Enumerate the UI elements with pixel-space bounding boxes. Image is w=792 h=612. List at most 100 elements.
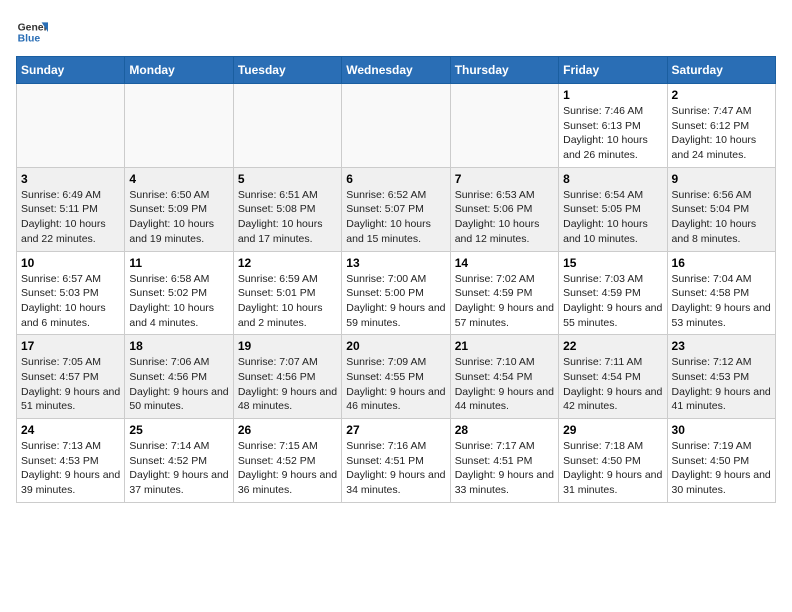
calendar-cell: 13 Sunrise: 7:00 AMSunset: 5:00 PMDayligh… bbox=[342, 251, 450, 335]
day-number: 7 bbox=[455, 172, 554, 186]
weekday-header-sunday: Sunday bbox=[17, 57, 125, 84]
day-info: Sunrise: 7:03 AMSunset: 4:59 PMDaylight:… bbox=[563, 272, 662, 331]
day-info: Sunrise: 6:53 AMSunset: 5:06 PMDaylight:… bbox=[455, 188, 554, 247]
weekday-header-row: SundayMondayTuesdayWednesdayThursdayFrid… bbox=[17, 57, 776, 84]
day-info: Sunrise: 7:16 AMSunset: 4:51 PMDaylight:… bbox=[346, 439, 445, 498]
calendar-cell: 8 Sunrise: 6:54 AMSunset: 5:05 PMDaylight… bbox=[559, 167, 667, 251]
calendar-cell: 27 Sunrise: 7:16 AMSunset: 4:51 PMDayligh… bbox=[342, 419, 450, 503]
calendar-cell: 14 Sunrise: 7:02 AMSunset: 4:59 PMDayligh… bbox=[450, 251, 558, 335]
calendar-cell bbox=[17, 84, 125, 168]
page-header: General Blue bbox=[16, 16, 776, 48]
day-info: Sunrise: 6:54 AMSunset: 5:05 PMDaylight:… bbox=[563, 188, 662, 247]
day-info: Sunrise: 7:13 AMSunset: 4:53 PMDaylight:… bbox=[21, 439, 120, 498]
day-info: Sunrise: 7:17 AMSunset: 4:51 PMDaylight:… bbox=[455, 439, 554, 498]
weekday-header-saturday: Saturday bbox=[667, 57, 775, 84]
day-number: 9 bbox=[672, 172, 771, 186]
day-info: Sunrise: 6:52 AMSunset: 5:07 PMDaylight:… bbox=[346, 188, 445, 247]
day-info: Sunrise: 7:02 AMSunset: 4:59 PMDaylight:… bbox=[455, 272, 554, 331]
logo: General Blue bbox=[16, 16, 48, 48]
calendar-cell: 4Sunrise: 6:50 AMSunset: 5:09 PMDaylight… bbox=[125, 167, 233, 251]
day-number: 20 bbox=[346, 339, 445, 353]
calendar-cell: 9 Sunrise: 6:56 AMSunset: 5:04 PMDaylight… bbox=[667, 167, 775, 251]
calendar-week-row: 1Sunrise: 7:46 AMSunset: 6:13 PMDaylight… bbox=[17, 84, 776, 168]
calendar-cell: 15 Sunrise: 7:03 AMSunset: 4:59 PMDayligh… bbox=[559, 251, 667, 335]
day-info: Sunrise: 7:12 AMSunset: 4:53 PMDaylight:… bbox=[672, 355, 771, 414]
calendar-cell: 26 Sunrise: 7:15 AMSunset: 4:52 PMDayligh… bbox=[233, 419, 341, 503]
calendar-cell: 3Sunrise: 6:49 AMSunset: 5:11 PMDaylight… bbox=[17, 167, 125, 251]
day-number: 12 bbox=[238, 256, 337, 270]
weekday-header-tuesday: Tuesday bbox=[233, 57, 341, 84]
weekday-header-friday: Friday bbox=[559, 57, 667, 84]
calendar-cell: 1Sunrise: 7:46 AMSunset: 6:13 PMDaylight… bbox=[559, 84, 667, 168]
calendar-cell: 21 Sunrise: 7:10 AMSunset: 4:54 PMDayligh… bbox=[450, 335, 558, 419]
day-number: 5 bbox=[238, 172, 337, 186]
day-info: Sunrise: 7:09 AMSunset: 4:55 PMDaylight:… bbox=[346, 355, 445, 414]
day-info: Sunrise: 6:57 AMSunset: 5:03 PMDaylight:… bbox=[21, 272, 120, 331]
calendar-cell: 19 Sunrise: 7:07 AMSunset: 4:56 PMDayligh… bbox=[233, 335, 341, 419]
day-number: 18 bbox=[129, 339, 228, 353]
calendar-cell: 18 Sunrise: 7:06 AMSunset: 4:56 PMDayligh… bbox=[125, 335, 233, 419]
day-info: Sunrise: 7:06 AMSunset: 4:56 PMDaylight:… bbox=[129, 355, 228, 414]
calendar-cell: 16Sunrise: 7:04 AMSunset: 4:58 PMDayligh… bbox=[667, 251, 775, 335]
day-info: Sunrise: 6:51 AMSunset: 5:08 PMDaylight:… bbox=[238, 188, 337, 247]
calendar-cell: 25 Sunrise: 7:14 AMSunset: 4:52 PMDayligh… bbox=[125, 419, 233, 503]
day-info: Sunrise: 7:11 AMSunset: 4:54 PMDaylight:… bbox=[563, 355, 662, 414]
day-number: 14 bbox=[455, 256, 554, 270]
day-number: 23 bbox=[672, 339, 771, 353]
calendar-week-row: 24 Sunrise: 7:13 AMSunset: 4:53 PMDayligh… bbox=[17, 419, 776, 503]
day-info: Sunrise: 7:15 AMSunset: 4:52 PMDaylight:… bbox=[238, 439, 337, 498]
day-number: 25 bbox=[129, 423, 228, 437]
calendar-week-row: 17Sunrise: 7:05 AMSunset: 4:57 PMDayligh… bbox=[17, 335, 776, 419]
day-number: 13 bbox=[346, 256, 445, 270]
calendar-cell: 12Sunrise: 6:59 AMSunset: 5:01 PMDayligh… bbox=[233, 251, 341, 335]
calendar-week-row: 3Sunrise: 6:49 AMSunset: 5:11 PMDaylight… bbox=[17, 167, 776, 251]
svg-text:Blue: Blue bbox=[18, 34, 41, 45]
calendar-cell: 23 Sunrise: 7:12 AMSunset: 4:53 PMDayligh… bbox=[667, 335, 775, 419]
day-number: 1 bbox=[563, 88, 662, 102]
day-number: 28 bbox=[455, 423, 554, 437]
calendar-cell: 29 Sunrise: 7:18 AMSunset: 4:50 PMDayligh… bbox=[559, 419, 667, 503]
calendar-cell: 24 Sunrise: 7:13 AMSunset: 4:53 PMDayligh… bbox=[17, 419, 125, 503]
calendar-cell: 22 Sunrise: 7:11 AMSunset: 4:54 PMDayligh… bbox=[559, 335, 667, 419]
day-info: Sunrise: 7:04 AMSunset: 4:58 PMDaylight:… bbox=[672, 272, 771, 331]
day-number: 8 bbox=[563, 172, 662, 186]
day-info: Sunrise: 7:18 AMSunset: 4:50 PMDaylight:… bbox=[563, 439, 662, 498]
day-number: 24 bbox=[21, 423, 120, 437]
day-info: Sunrise: 6:50 AMSunset: 5:09 PMDaylight:… bbox=[129, 188, 228, 247]
day-info: Sunrise: 6:58 AMSunset: 5:02 PMDaylight:… bbox=[129, 272, 228, 331]
calendar-cell: 20 Sunrise: 7:09 AMSunset: 4:55 PMDayligh… bbox=[342, 335, 450, 419]
calendar-cell: 7 Sunrise: 6:53 AMSunset: 5:06 PMDaylight… bbox=[450, 167, 558, 251]
calendar-cell: 28 Sunrise: 7:17 AMSunset: 4:51 PMDayligh… bbox=[450, 419, 558, 503]
day-info: Sunrise: 6:49 AMSunset: 5:11 PMDaylight:… bbox=[21, 188, 120, 247]
day-info: Sunrise: 6:56 AMSunset: 5:04 PMDaylight:… bbox=[672, 188, 771, 247]
day-info: Sunrise: 7:14 AMSunset: 4:52 PMDaylight:… bbox=[129, 439, 228, 498]
weekday-header-wednesday: Wednesday bbox=[342, 57, 450, 84]
day-number: 19 bbox=[238, 339, 337, 353]
day-number: 27 bbox=[346, 423, 445, 437]
day-number: 22 bbox=[563, 339, 662, 353]
logo-icon: General Blue bbox=[16, 16, 48, 48]
day-number: 30 bbox=[672, 423, 771, 437]
day-info: Sunrise: 7:10 AMSunset: 4:54 PMDaylight:… bbox=[455, 355, 554, 414]
day-number: 2 bbox=[672, 88, 771, 102]
calendar-cell bbox=[450, 84, 558, 168]
calendar-table: SundayMondayTuesdayWednesdayThursdayFrid… bbox=[16, 56, 776, 503]
day-number: 10 bbox=[21, 256, 120, 270]
calendar-cell bbox=[125, 84, 233, 168]
calendar-cell: 17Sunrise: 7:05 AMSunset: 4:57 PMDayligh… bbox=[17, 335, 125, 419]
day-number: 21 bbox=[455, 339, 554, 353]
day-number: 15 bbox=[563, 256, 662, 270]
day-number: 6 bbox=[346, 172, 445, 186]
day-info: Sunrise: 7:07 AMSunset: 4:56 PMDaylight:… bbox=[238, 355, 337, 414]
day-info: Sunrise: 7:05 AMSunset: 4:57 PMDaylight:… bbox=[21, 355, 120, 414]
calendar-cell bbox=[233, 84, 341, 168]
calendar-cell: 30Sunrise: 7:19 AMSunset: 4:50 PMDayligh… bbox=[667, 419, 775, 503]
day-info: Sunrise: 7:47 AMSunset: 6:12 PMDaylight:… bbox=[672, 104, 771, 163]
day-number: 29 bbox=[563, 423, 662, 437]
day-number: 26 bbox=[238, 423, 337, 437]
day-info: Sunrise: 7:00 AMSunset: 5:00 PMDaylight:… bbox=[346, 272, 445, 331]
weekday-header-thursday: Thursday bbox=[450, 57, 558, 84]
calendar-cell: 6 Sunrise: 6:52 AMSunset: 5:07 PMDaylight… bbox=[342, 167, 450, 251]
calendar-cell bbox=[342, 84, 450, 168]
calendar-week-row: 10 Sunrise: 6:57 AMSunset: 5:03 PMDayligh… bbox=[17, 251, 776, 335]
